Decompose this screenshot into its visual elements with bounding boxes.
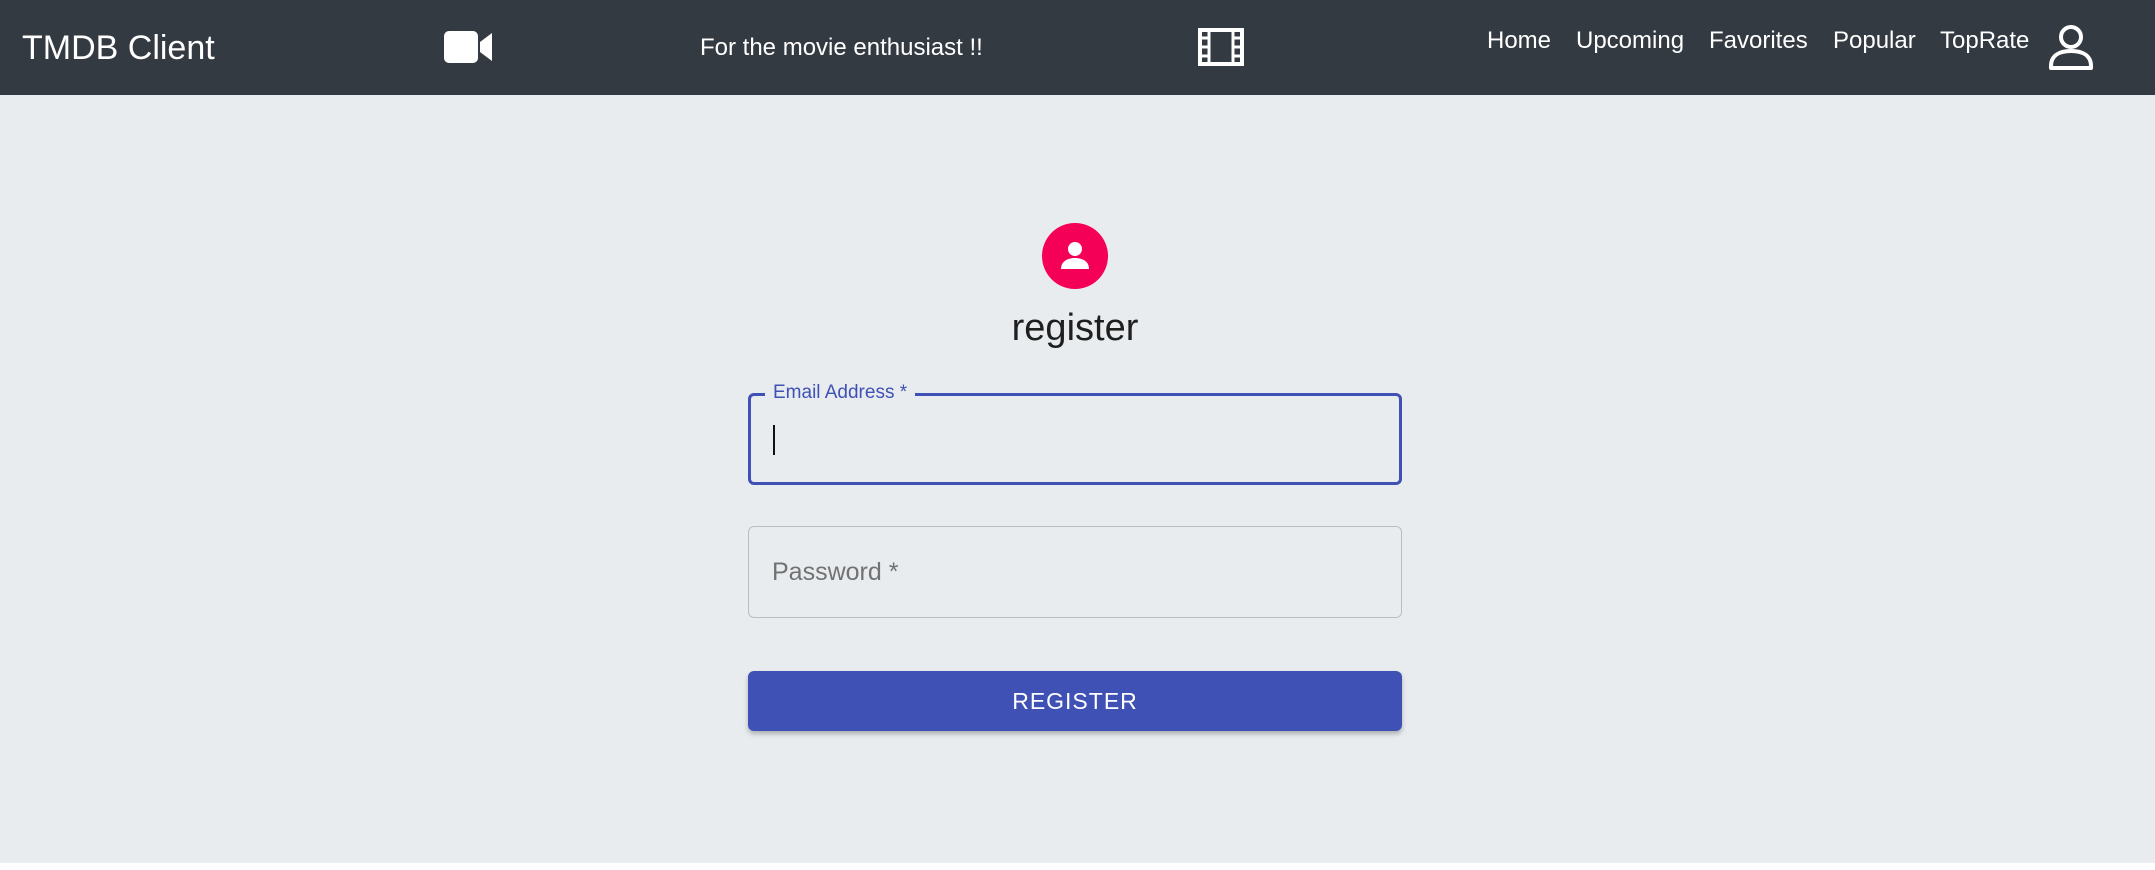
app-bar: TMDB Client For the movie enthusiast !! …: [0, 0, 2155, 95]
email-label: Email Address *: [765, 380, 916, 406]
nav-link-popular[interactable]: Popular: [1833, 24, 1916, 58]
brand-title: TMDB Client: [22, 29, 215, 67]
tagline: For the movie enthusiast !!: [700, 34, 983, 61]
password-placeholder: Password *: [772, 558, 899, 586]
nav-link-home[interactable]: Home: [1487, 24, 1551, 58]
movie-film-icon: [1198, 28, 1244, 66]
register-button[interactable]: REGISTER: [748, 671, 1402, 731]
account-person-icon[interactable]: [2046, 22, 2096, 72]
register-page: register Email Address * Password * REGI…: [0, 95, 2155, 863]
videocam-icon: [444, 31, 492, 63]
nav-link-favorites[interactable]: Favorites: [1709, 24, 1808, 58]
form-title: register: [1011, 307, 1139, 349]
text-cursor: [773, 425, 775, 455]
nav-link-toprate[interactable]: TopRate: [1940, 24, 2029, 58]
email-field[interactable]: Email Address *: [748, 380, 1402, 485]
password-field[interactable]: Password *: [748, 526, 1402, 618]
nav-link-upcoming[interactable]: Upcoming: [1576, 24, 1684, 58]
person-avatar-icon: [1042, 223, 1108, 289]
